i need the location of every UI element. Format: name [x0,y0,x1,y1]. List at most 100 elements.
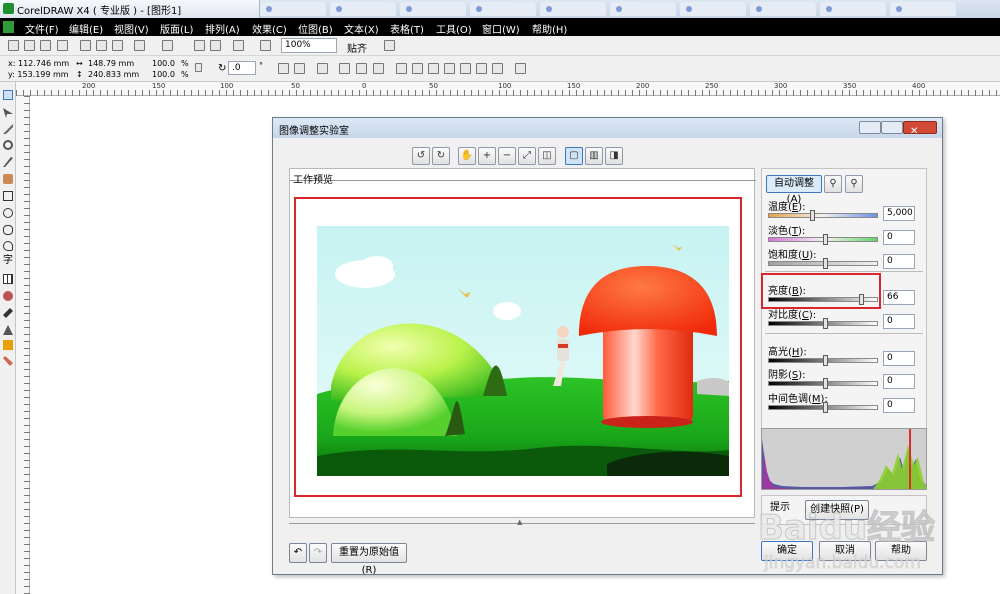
menu-text[interactable]: 文本(X) [344,21,379,36]
slider-value-field[interactable]: 5,000 [883,206,915,221]
preview-image[interactable] [317,226,729,476]
intersect-icon[interactable] [428,63,439,74]
eyedropper-tool-icon[interactable] [3,308,13,318]
slider-track[interactable] [768,234,878,245]
pick-tool-icon[interactable] [3,90,13,100]
slider-thumb[interactable] [810,210,816,221]
browser-tab[interactable] [680,2,746,16]
redo-button[interactable]: ↷ [309,543,327,563]
menu-view[interactable]: 视图(V) [114,21,149,36]
dialog-titlebar[interactable]: 图像调整实验室 ✕ [273,118,942,138]
zoom-in-icon[interactable]: + [478,147,496,165]
text-tool-icon[interactable]: 字 [3,256,13,266]
basic-shapes-tool-icon[interactable] [3,241,13,251]
maximize-button[interactable] [881,121,903,134]
freehand-tool-icon[interactable] [3,157,13,167]
menu-window[interactable]: 窗口(W) [482,21,520,36]
slider-thumb[interactable] [823,318,828,329]
black-point-eyedropper-icon[interactable]: ⚲ [845,175,863,193]
object-width[interactable]: 148.79 mm [88,59,134,68]
fit-to-window-icon[interactable]: ⤢ [518,147,536,165]
table-tool-icon[interactable] [3,274,13,284]
split-preview-icon[interactable]: ▥ [585,147,603,165]
ungroup-all-icon[interactable] [356,63,367,74]
browser-tab[interactable] [540,2,606,16]
close-button[interactable]: ✕ [903,121,937,137]
slider-value-field[interactable]: 0 [883,374,915,389]
align-distribute-icon[interactable] [515,63,526,74]
rotate-left-icon[interactable]: ↺ [412,147,430,165]
slider-track[interactable] [768,210,878,221]
menu-effects[interactable]: 效果(C) [252,21,287,36]
browser-tab[interactable] [890,2,956,16]
white-point-eyedropper-icon[interactable]: ⚲ [824,175,842,193]
slider-thumb[interactable] [823,378,828,389]
weld-icon[interactable] [396,63,407,74]
slider-track[interactable] [768,402,878,413]
smart-fill-tool-icon[interactable] [3,174,13,184]
simplify-icon[interactable] [444,63,455,74]
slider-value-field[interactable]: 0 [883,314,915,329]
y-position[interactable]: y: 153.199 mm [8,70,69,79]
print-icon[interactable] [57,40,68,51]
application-launcher-icon[interactable] [233,40,244,51]
front-minus-back-icon[interactable] [460,63,471,74]
menu-bitmaps[interactable]: 位图(B) [298,21,333,36]
slider-value-field[interactable]: 0 [883,230,915,245]
redo-icon[interactable] [162,40,173,51]
scale-y[interactable]: 100.0 [152,70,175,79]
interactive-fill-tool-icon[interactable] [3,356,13,366]
trim-icon[interactable] [412,63,423,74]
undo-icon[interactable] [134,40,145,51]
polygon-tool-icon[interactable] [3,225,13,235]
rotate-right-icon[interactable]: ↻ [432,147,450,165]
full-preview-icon[interactable]: ▢ [565,147,583,165]
actual-size-icon[interactable]: ◫ [538,147,556,165]
back-minus-front-icon[interactable] [476,63,487,74]
ellipse-tool-icon[interactable] [3,208,13,218]
new-icon[interactable] [8,40,19,51]
browser-tab[interactable] [470,2,536,16]
slider-value-field[interactable]: 0 [883,398,915,413]
scale-x[interactable]: 100.0 [152,59,175,68]
browser-tab[interactable] [260,2,326,16]
preview-splitter[interactable]: ▲ [289,518,755,528]
slider-track[interactable] [768,318,878,329]
mirror-vertical-icon[interactable] [294,63,305,74]
browser-tab[interactable] [330,2,396,16]
slider-track[interactable] [768,378,878,389]
zoom-tool-icon[interactable] [3,140,13,150]
snap-to-menu[interactable]: 贴齐 [347,40,367,55]
menu-edit[interactable]: 编辑(E) [69,21,103,36]
slider-track[interactable] [768,258,878,269]
reset-to-original-button[interactable]: 重置为原始值(R) [331,543,407,576]
open-icon[interactable] [24,40,35,51]
options-icon[interactable] [384,40,395,51]
cut-icon[interactable] [80,40,91,51]
ungroup-icon[interactable] [339,63,350,74]
group-icon[interactable] [317,63,328,74]
mirror-horizontal-icon[interactable] [278,63,289,74]
outline-tool-icon[interactable] [3,325,13,335]
minimize-button[interactable] [859,121,881,134]
import-icon[interactable] [194,40,205,51]
zoom-level-combo[interactable]: 100% [281,38,337,53]
paste-icon[interactable] [112,40,123,51]
combine-icon[interactable] [373,63,384,74]
object-height[interactable]: 240.833 mm [88,70,139,79]
save-icon[interactable] [40,40,51,51]
browser-tab[interactable] [610,2,676,16]
crop-tool-icon[interactable] [3,124,13,134]
export-icon[interactable] [210,40,221,51]
lock-ratio-icon[interactable] [195,63,202,72]
slider-thumb[interactable] [823,355,828,366]
browser-tab[interactable] [820,2,886,16]
rotation-angle-field[interactable]: .0 [228,61,256,75]
browser-tab[interactable] [750,2,816,16]
shape-tool-icon[interactable] [3,108,13,118]
menu-tools[interactable]: 工具(O) [436,21,472,36]
slider-thumb[interactable] [823,258,828,269]
slider-track[interactable] [768,355,878,366]
app-menu-icon[interactable] [3,21,14,33]
slider-value-field[interactable]: 0 [883,351,915,366]
